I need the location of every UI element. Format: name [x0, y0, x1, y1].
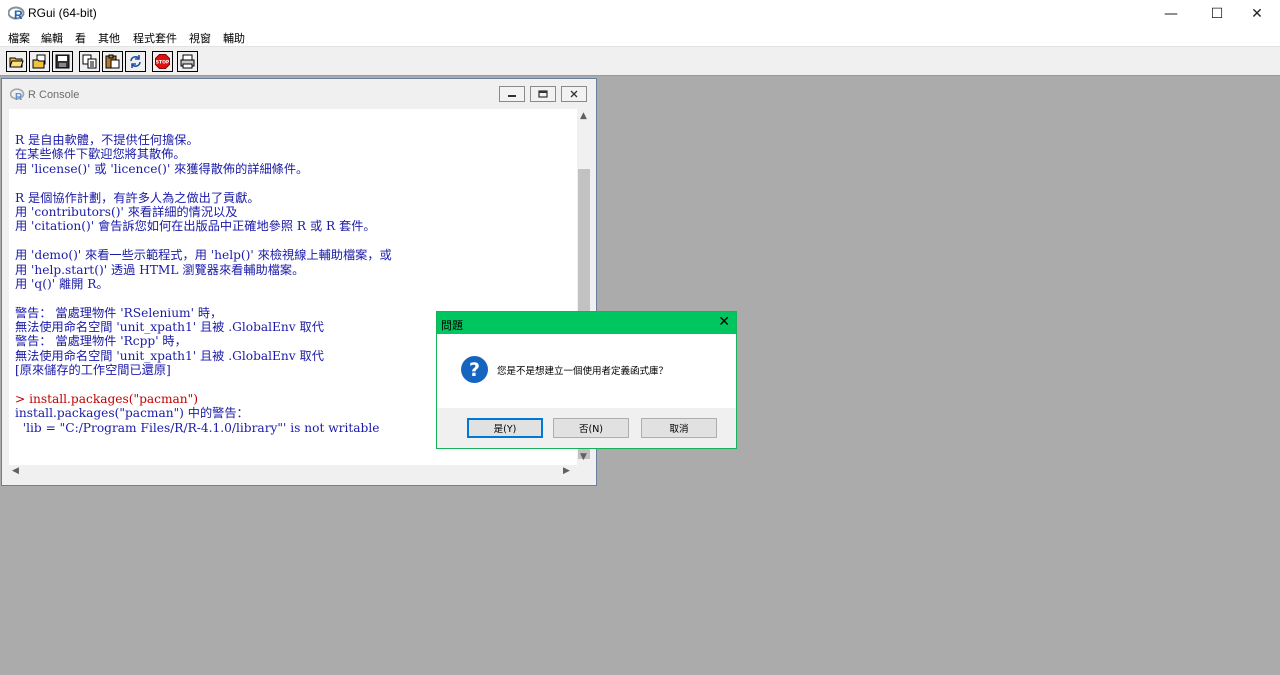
dialog-message: 您是不是想建立一個使用者定義函式庫？	[497, 366, 669, 377]
stop-button[interactable]: STOP	[152, 51, 173, 72]
restore-icon	[538, 90, 548, 98]
console-line: 用 'contributors()' 來看詳細的情況以及	[15, 204, 238, 219]
svg-text:R: R	[15, 92, 23, 101]
paste-icon	[105, 54, 120, 69]
open-script-icon	[9, 57, 24, 68]
menu-view[interactable]: 看	[75, 30, 86, 46]
dialog-button-area: 是(Y) 否(N) 取消	[437, 408, 736, 448]
horizontal-scrollbar[interactable]: ◀ ▶	[9, 465, 577, 479]
console-line: 警告： 當處理物件 'RSelenium' 時，	[15, 305, 223, 320]
console-line: install.packages("pacman") 中的警告：	[15, 406, 249, 421]
save-button[interactable]	[52, 51, 73, 72]
console-line: 用 'demo()' 來看一些示範程式，用 'help()' 來檢視線上輔助檔案…	[15, 248, 392, 263]
refresh-icon	[130, 55, 141, 68]
close-button[interactable]: ✕	[1234, 0, 1280, 28]
console-close-button[interactable]	[561, 86, 587, 102]
stop-icon: STOP	[155, 54, 170, 69]
scroll-up-icon[interactable]: ▲	[580, 111, 587, 121]
dialog-body: ? 您是不是想建立一個使用者定義函式庫？	[437, 334, 736, 408]
minimize-button[interactable]: —	[1148, 0, 1194, 28]
console-text: R 是自由軟體，不提供任何擔保。 在某些條件下歡迎您將其散佈。用 'license…	[15, 133, 392, 435]
copy-icon	[82, 54, 97, 69]
dialog-close-icon[interactable]: ✕	[718, 314, 730, 330]
dialog-title: 問題	[441, 319, 463, 332]
cancel-button[interactable]: 取消	[641, 418, 717, 438]
console-line: > install.packages("pacman")	[15, 392, 199, 407]
load-workspace-button[interactable]	[29, 51, 50, 72]
paste-button[interactable]	[102, 51, 123, 72]
menu-file[interactable]: 檔案	[8, 30, 30, 46]
open-script-button[interactable]	[6, 51, 27, 72]
console-title-bar[interactable]: R R Console	[2, 79, 596, 109]
scroll-right-icon[interactable]: ▶	[563, 466, 570, 476]
console-line: 用 'license()' 或 'licence()' 來獲得散佈的詳細條件。	[15, 161, 309, 176]
print-icon	[180, 54, 195, 69]
r-logo-icon: R	[8, 6, 25, 21]
r-logo-icon: R	[10, 88, 25, 101]
close-icon	[570, 90, 578, 98]
console-line: R 是個協作計劃，有許多人為之做出了貢獻。	[15, 190, 260, 205]
console-line: 無法使用命名空間 'unit_xpath1' 且被 .GlobalEnv 取代	[15, 320, 324, 335]
menu-misc[interactable]: 其他	[98, 30, 120, 46]
minimize-icon	[508, 95, 516, 97]
refresh-button[interactable]	[125, 51, 146, 72]
no-button[interactable]: 否(N)	[553, 418, 629, 438]
menu-bar: 檔案 編輯 看 其他 程式套件 視窗 輔助	[0, 28, 1280, 46]
console-line: 'lib = "C:/Program Files/R/R-4.1.0/libra…	[15, 420, 380, 435]
console-restore-button[interactable]	[530, 86, 556, 102]
rgui-app: R RGui (64-bit) — ☐ ✕ 檔案 編輯 看 其他 程式套件 視窗…	[0, 0, 1280, 675]
question-dialog[interactable]: 問題 ✕ ? 您是不是想建立一個使用者定義函式庫？ 是(Y) 否(N) 取消	[436, 311, 737, 449]
scroll-left-icon[interactable]: ◀	[12, 466, 19, 476]
copy-button[interactable]	[79, 51, 100, 72]
load-workspace-icon	[32, 54, 46, 69]
console-line: 警告： 當處理物件 'Rcpp' 時，	[15, 334, 187, 349]
console-line: 用 'q()' 離開 R。	[15, 276, 109, 291]
console-line: R 是自由軟體，不提供任何擔保。	[15, 133, 199, 147]
save-icon	[55, 54, 70, 69]
menu-edit[interactable]: 編輯	[41, 30, 63, 46]
dialog-title-bar[interactable]: 問題 ✕	[437, 312, 736, 334]
menu-packages[interactable]: 程式套件	[133, 30, 177, 46]
menu-help[interactable]: 輔助	[223, 30, 245, 46]
console-line: [原來儲存的工作空間已還原]	[15, 363, 171, 378]
console-line: 無法使用命名空間 'unit_xpath1' 且被 .GlobalEnv 取代	[15, 348, 324, 363]
svg-text:STOP: STOP	[156, 60, 170, 66]
console-title: R Console	[28, 89, 80, 101]
menu-windows[interactable]: 視窗	[189, 30, 211, 46]
console-line: 在某些條件下歡迎您將其散佈。	[15, 147, 186, 162]
yes-button[interactable]: 是(Y)	[467, 418, 543, 438]
window-title: RGui (64-bit)	[28, 6, 97, 20]
print-button[interactable]	[177, 51, 198, 72]
toolbar: STOP	[0, 46, 1280, 76]
console-minimize-button[interactable]	[499, 86, 525, 102]
question-icon: ?	[461, 356, 488, 383]
console-line: 用 'help.start()' 透過 HTML 瀏覽器來看輔助檔案。	[15, 262, 305, 277]
svg-text:R: R	[14, 8, 23, 21]
console-line: 用 'citation()' 會告訴您如何在出版品中正確地參照 R 或 R 套件…	[15, 219, 376, 234]
scroll-down-icon[interactable]: ▼	[580, 452, 587, 462]
title-bar: R RGui (64-bit) — ☐ ✕	[0, 0, 1280, 28]
